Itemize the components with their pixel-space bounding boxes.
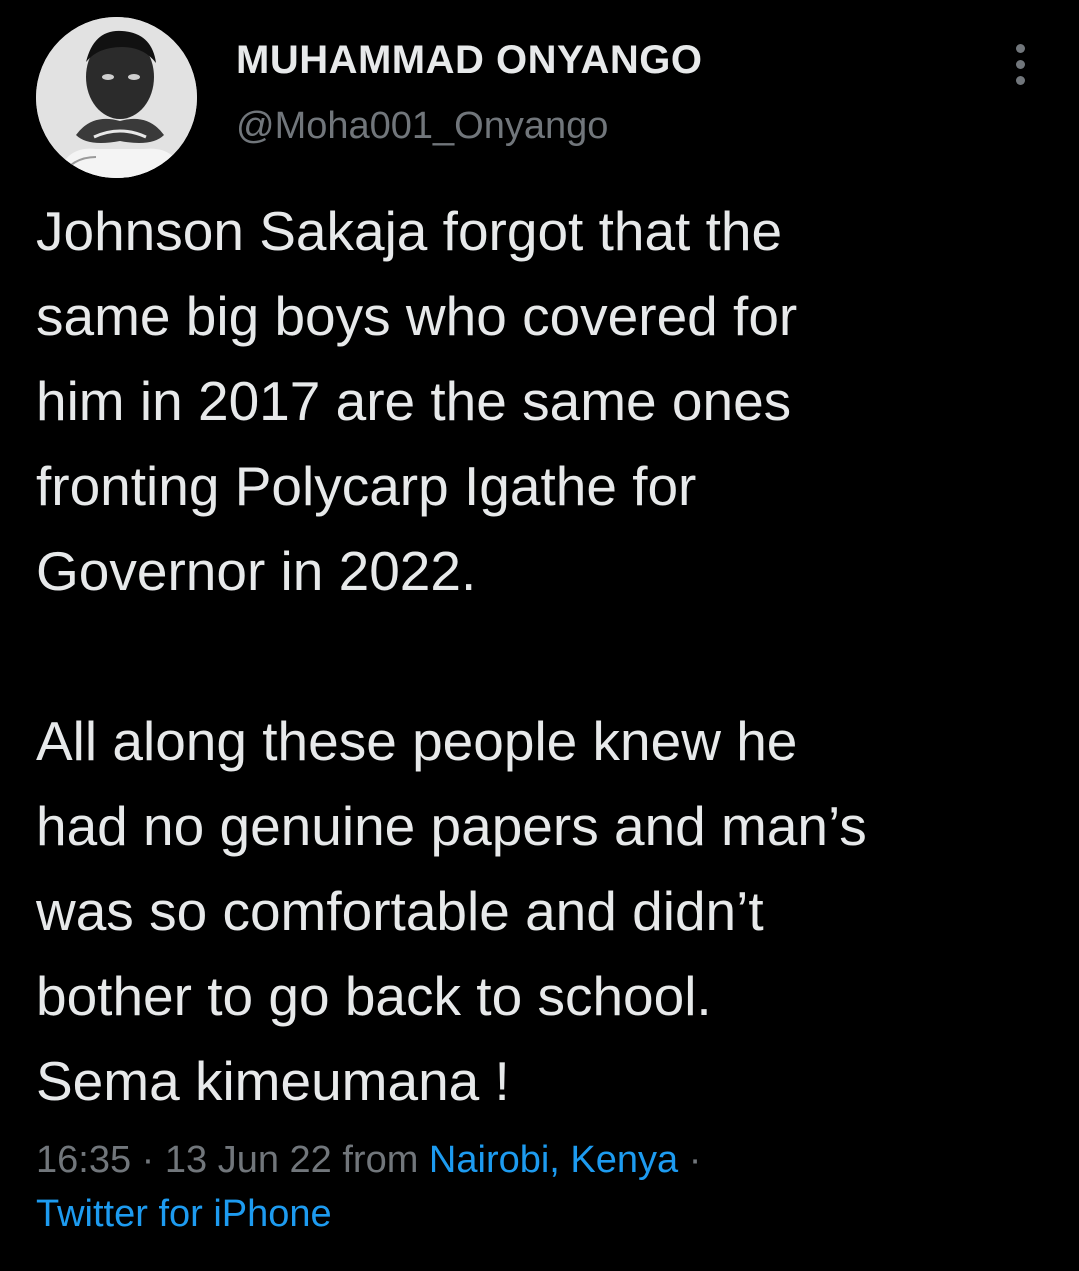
tweet-paragraph-2: All along these people knew he had no ge… xyxy=(36,710,867,1112)
source-link[interactable]: Twitter for iPhone xyxy=(36,1193,332,1235)
from-label: from xyxy=(331,1139,429,1181)
more-vertical-icon-dot xyxy=(1015,75,1025,85)
more-options-button[interactable] xyxy=(1000,36,1040,92)
meta-separator-trailing: · xyxy=(678,1139,702,1181)
avatar[interactable] xyxy=(36,17,197,178)
person-portrait-icon xyxy=(36,17,197,178)
more-vertical-icon-dot xyxy=(1015,59,1025,69)
meta-separator: · xyxy=(131,1139,165,1181)
author-handle[interactable]: @Moha001_Onyango xyxy=(236,105,608,148)
author-display-name[interactable]: MUHAMMAD ONYANGO xyxy=(236,38,703,83)
tweet-date[interactable]: 13 Jun 22 xyxy=(165,1139,332,1181)
tweet-metadata: 16:35 · 13 Jun 22 from Nairobi, Kenya · T… xyxy=(36,1133,1056,1241)
tweet-time[interactable]: 16:35 xyxy=(36,1139,131,1181)
tweet-text: Johnson Sakaja forgot that the same big … xyxy=(36,189,1056,1124)
location-link[interactable]: Nairobi, Kenya xyxy=(429,1139,678,1181)
tweet-paragraph-1: Johnson Sakaja forgot that the same big … xyxy=(36,200,798,602)
tweet-detail: MUHAMMAD ONYANGO @Moha001_Onyango Johnso… xyxy=(0,0,1079,1271)
more-vertical-icon xyxy=(1015,43,1025,53)
